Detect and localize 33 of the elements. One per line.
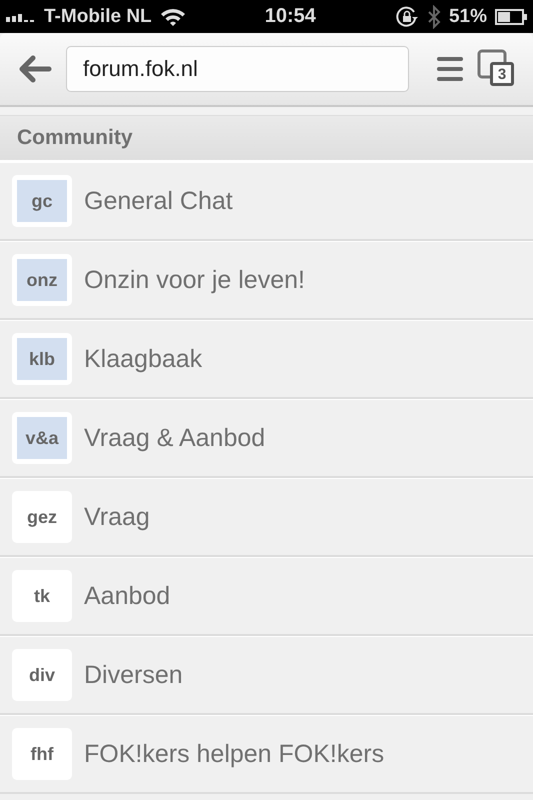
forum-name: Aanbod [84,582,170,610]
forum-name: Klaagbaak [84,344,202,374]
battery-icon [495,8,527,24]
forum-name: Onzin voor je leven! [84,266,305,294]
bluetooth-icon [426,4,441,28]
signal-icon [6,12,36,22]
wifi-icon [160,6,186,26]
forum-name: Vraag [84,502,150,532]
forum-row[interactable]: fhf FOK!kers helpen FOK!kers [0,715,533,794]
menu-icon[interactable] [437,55,463,83]
forum-name: FOK!kers helpen FOK!kers [84,740,384,768]
forum-name: Diversen [84,660,183,690]
forum-row[interactable]: klb Klaagbaak [0,320,533,399]
clock-time: 10:54 [264,5,316,28]
forum-name: Vraag & Aanbod [84,424,266,452]
forum-name: General Chat [84,186,233,216]
tab-count[interactable]: 3 [490,62,514,86]
forum-row[interactable]: gez Vraag [0,478,533,557]
forum-abbreviation: gc [17,180,67,222]
section-header: Community [0,116,533,162]
forum-row[interactable]: div Diversen [0,636,533,715]
forum-row[interactable]: v&a Vraag & Aanbod [0,399,533,478]
carrier-name: T-Mobile NL [44,6,152,28]
forum-abbreviation: onz [17,259,67,301]
forum-row[interactable]: gc General Chat [0,162,533,241]
address-bar[interactable]: forum.fok.nl [66,46,409,92]
forum-row[interactable]: tk Aanbod [0,557,533,636]
forum-abbreviation: klb [17,338,67,380]
rotation-lock-icon [394,4,419,28]
forum-abbreviation: v&a [17,417,67,459]
battery-percentage: 51% [448,6,487,28]
back-arrow-icon[interactable] [18,54,52,84]
forum-row[interactable]: onz Onzin voor je leven! [0,241,533,320]
